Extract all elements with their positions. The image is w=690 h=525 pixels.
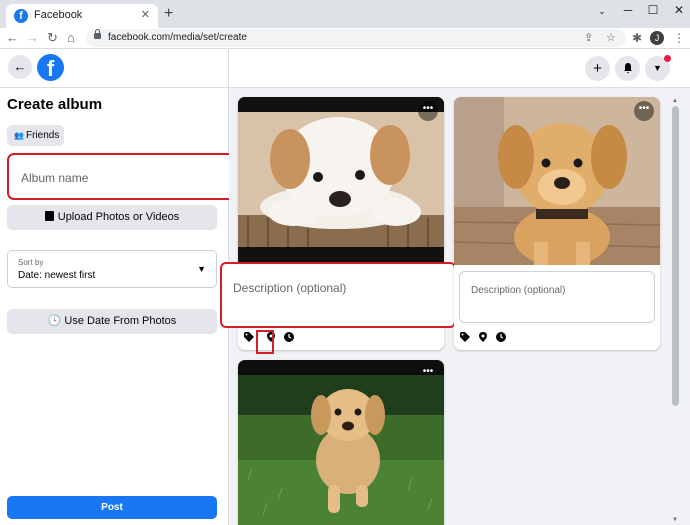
album-name-input[interactable]: Album name — [7, 153, 265, 200]
clock-icon[interactable] — [496, 332, 506, 342]
create-plus-icon[interactable]: + — [585, 56, 610, 81]
browser-tab[interactable]: f Facebook ✕ — [6, 4, 158, 28]
more-options-icon[interactable]: ••• — [634, 101, 654, 121]
share-icon[interactable]: ⇪ — [584, 31, 593, 44]
top-nav: + ▼ — [229, 50, 690, 88]
location-highlight — [256, 330, 274, 354]
tab-title: Facebook — [34, 9, 83, 21]
back-arrow-icon[interactable]: ← — [8, 55, 32, 79]
description-placeholder: Description (optional) — [233, 281, 347, 295]
profile-avatar[interactable]: J — [650, 31, 664, 45]
post-button[interactable]: Post — [7, 496, 217, 519]
scroll-up-arrow-icon[interactable]: ▲ — [672, 98, 678, 104]
address-bar[interactable]: facebook.com/media/set/create ⇪ ☆ — [86, 29, 626, 47]
location-pin-icon[interactable] — [478, 332, 488, 342]
photo-thumbnail[interactable]: ••• — [238, 97, 444, 262]
tag-icon[interactable] — [460, 332, 470, 342]
sort-label: Sort by — [18, 258, 44, 267]
golden-puppy-image — [454, 97, 660, 265]
browser-toolbar: ← → ↻ ⌂ facebook.com/media/set/create ⇪ … — [0, 28, 690, 49]
lock-icon — [94, 29, 101, 39]
extensions-puzzle-icon[interactable]: ✱ — [632, 31, 642, 45]
notifications-bell-icon[interactable] — [615, 56, 640, 81]
sort-value: Date: newest first — [18, 270, 96, 281]
privacy-friends-button[interactable]: 👥 Friends — [7, 125, 64, 146]
browser-tab-strip: f Facebook ✕ + ⌄ ─ ☐ ✕ — [0, 0, 690, 28]
running-puppy-image — [238, 360, 444, 525]
dropdown-caret-icon: ▼ — [197, 264, 206, 274]
scrollbar-thumb[interactable] — [672, 106, 679, 406]
photo-thumbnail[interactable]: ••• — [454, 97, 660, 265]
more-options-icon[interactable]: ••• — [418, 364, 438, 384]
forward-nav-icon[interactable]: → — [26, 30, 39, 46]
new-tab-plus-icon[interactable]: + — [164, 5, 173, 23]
browser-menu-icon[interactable]: ⋮ — [673, 31, 685, 45]
tab-close-icon[interactable]: ✕ — [141, 8, 150, 21]
scroll-down-arrow-icon[interactable]: ▼ — [672, 517, 678, 523]
sidebar-header: ← f — [0, 50, 229, 88]
window-maximize-icon[interactable]: ☐ — [643, 3, 663, 17]
use-date-from-photos-button[interactable]: 🕓 Use Date From Photos — [7, 309, 217, 334]
home-icon[interactable]: ⌂ — [67, 30, 75, 46]
scrollbar[interactable]: ▲ ▼ — [671, 98, 680, 523]
album-name-placeholder: Album name — [21, 171, 89, 185]
tag-icon[interactable] — [244, 332, 254, 342]
account-chevron-down-icon[interactable]: ▼ — [645, 55, 671, 81]
photo-thumbnail[interactable]: ••• — [238, 360, 444, 525]
privacy-label: Friends — [25, 130, 60, 141]
facebook-favicon-icon: f — [14, 9, 28, 23]
bookmark-star-icon[interactable]: ☆ — [606, 31, 616, 44]
window-close-icon[interactable]: ✕ — [669, 3, 689, 17]
description-placeholder: Description (optional) — [471, 285, 566, 296]
clock-icon: 🕓 — [47, 315, 62, 327]
clock-icon[interactable] — [284, 332, 294, 342]
notification-dot — [664, 55, 671, 62]
photo-add-icon — [44, 211, 54, 221]
upload-label: Upload Photos or Videos — [57, 211, 180, 223]
more-options-icon[interactable]: ••• — [418, 101, 438, 121]
create-album-sidebar: ← f Create album 👥 Friends Upload Photos … — [0, 50, 229, 525]
fluffy-puppy-image — [238, 97, 444, 262]
reload-icon[interactable]: ↻ — [47, 30, 58, 46]
friends-icon: 👥 — [14, 131, 24, 140]
page-title: Create album — [7, 96, 103, 113]
url-text: facebook.com/media/set/create — [108, 32, 247, 43]
sort-by-select[interactable]: Sort by Date: newest first ▼ — [7, 250, 217, 288]
tab-search-chevron-icon[interactable]: ⌄ — [592, 6, 612, 17]
description-input[interactable]: Description (optional) — [459, 271, 655, 323]
window-minimize-icon[interactable]: ─ — [618, 3, 638, 17]
upload-photos-button[interactable]: Upload Photos or Videos — [7, 205, 217, 230]
facebook-logo[interactable]: f — [37, 54, 64, 81]
photo-card: ••• — [238, 360, 444, 525]
back-nav-icon[interactable]: ← — [6, 30, 19, 46]
photo-card: ••• Description (optional) — [454, 97, 660, 350]
description-input[interactable]: Description (optional) — [220, 262, 456, 328]
date-button-label: Use Date From Photos — [64, 315, 177, 327]
